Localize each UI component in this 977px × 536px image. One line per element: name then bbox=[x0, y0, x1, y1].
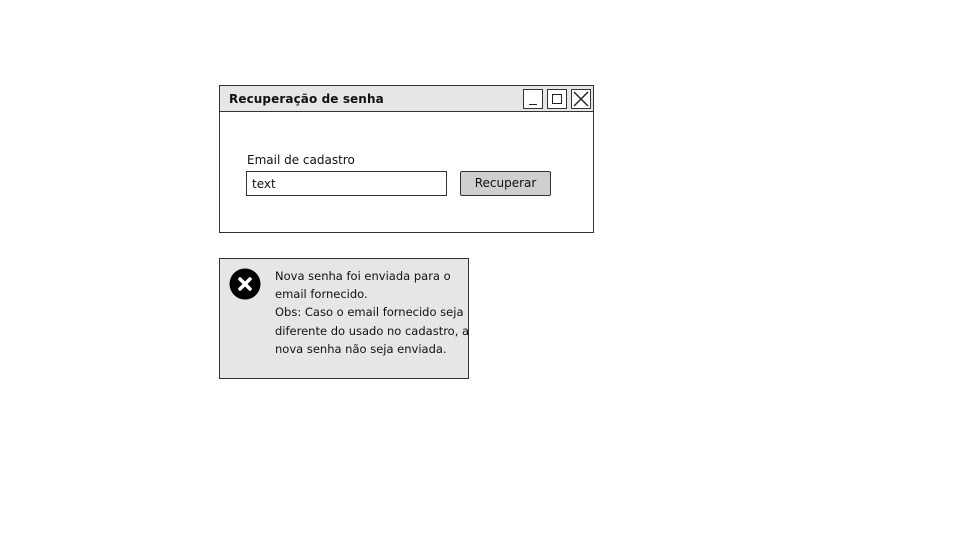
error-circle-x-icon bbox=[229, 268, 261, 300]
alert-message: Nova senha foi enviada para o email forn… bbox=[275, 267, 470, 358]
close-button[interactable] bbox=[571, 89, 591, 109]
recover-button[interactable]: Recuperar bbox=[460, 171, 551, 196]
window-title: Recuperação de senha bbox=[229, 92, 384, 106]
minimize-icon bbox=[529, 103, 537, 105]
maximize-button[interactable] bbox=[547, 89, 567, 109]
alert-message-line: email fornecido. bbox=[275, 287, 368, 302]
alert-message-line: Nova senha foi enviada para o bbox=[275, 269, 451, 283]
error-alert: Nova senha foi enviada para o email forn… bbox=[219, 258, 469, 379]
alert-message-line: diferente do usado no cadastro, a bbox=[275, 323, 470, 338]
minimize-button[interactable] bbox=[523, 89, 543, 109]
email-label: Email de cadastro bbox=[247, 153, 355, 167]
maximize-icon bbox=[552, 94, 562, 104]
alert-message-line: nova senha não seja enviada. bbox=[275, 341, 447, 356]
password-recovery-window: Recuperação de senha Email de cadastro R… bbox=[219, 85, 594, 233]
alert-message-line: Obs: Caso o email fornecido seja bbox=[275, 305, 464, 320]
close-icon bbox=[573, 91, 589, 107]
email-input[interactable] bbox=[246, 171, 447, 196]
window-titlebar[interactable]: Recuperação de senha bbox=[220, 86, 593, 112]
